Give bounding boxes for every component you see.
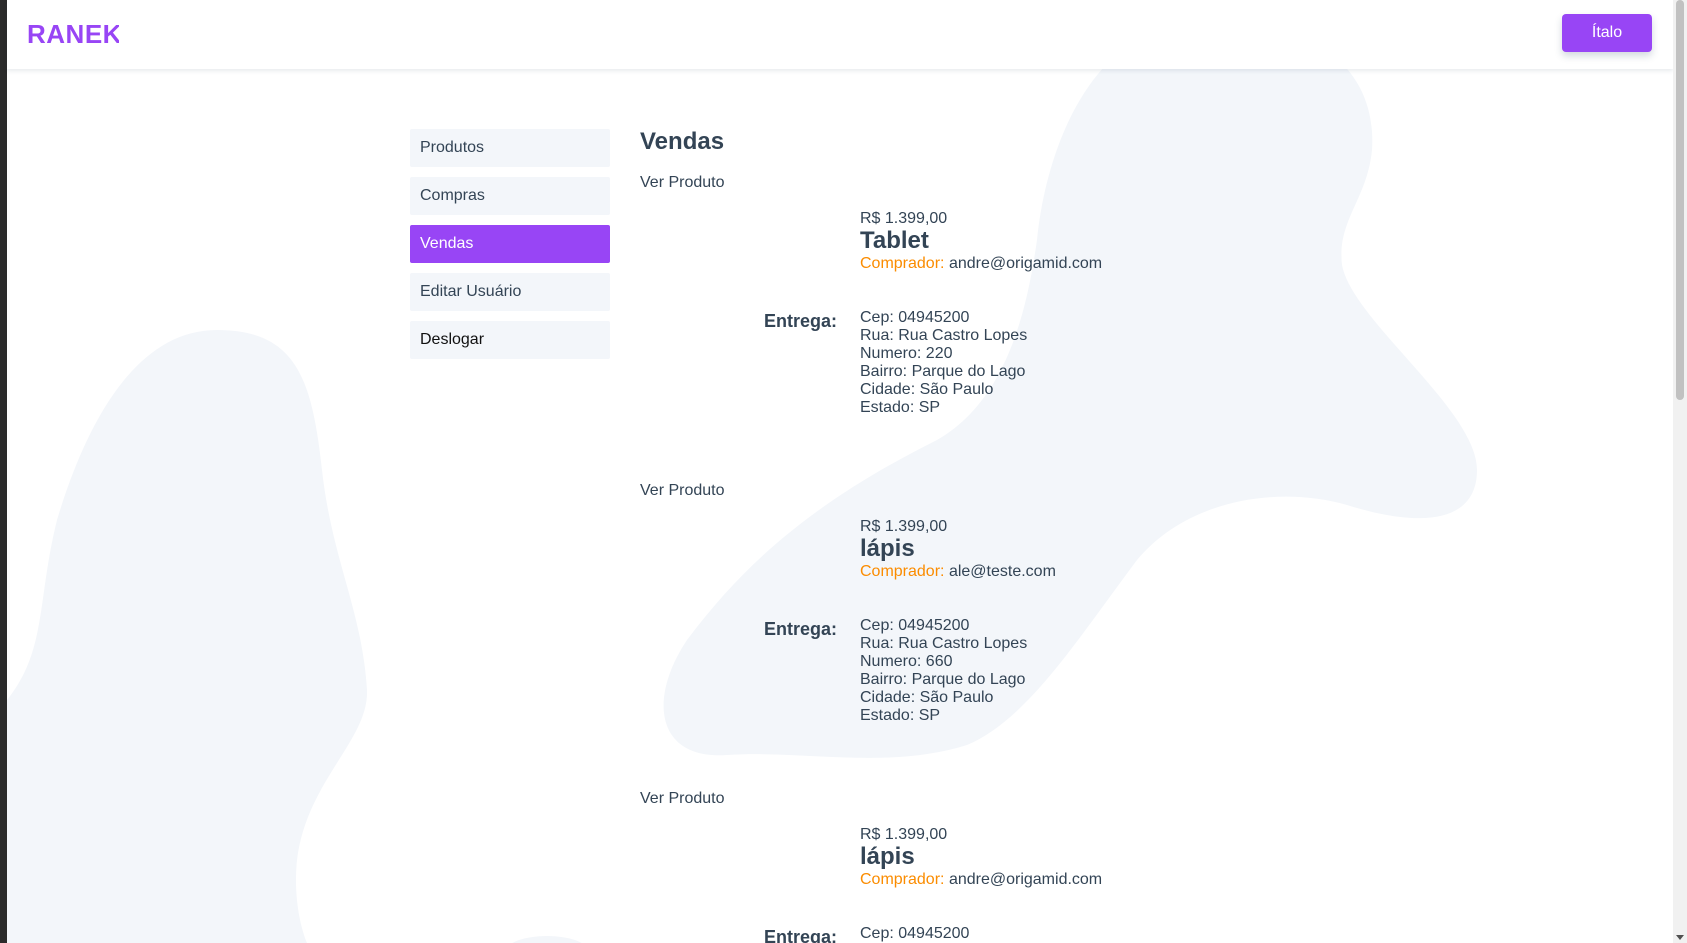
address-cidade: Cidade: São Paulo	[860, 689, 994, 706]
delivery-address: Cep: 04945200	[860, 925, 969, 943]
sale-price: R$ 1.399,00	[860, 210, 948, 227]
sidebar-item-compras[interactable]: Compras	[410, 177, 610, 215]
buyer-label: Comprador:	[860, 255, 945, 272]
account-sidebar: Produtos Compras Vendas Editar Usuário D…	[410, 129, 610, 369]
buyer-email: andre@origamid.com	[948, 871, 1103, 888]
address-bairro: Bairro: Parque do Lago	[860, 671, 1026, 688]
buyer-label: Comprador:	[860, 563, 945, 580]
sidebar-item-deslogar[interactable]: Deslogar	[410, 321, 610, 359]
account-page: Produtos Compras Vendas Editar Usuário D…	[0, 0, 1673, 943]
sidebar-item-produtos[interactable]: Produtos	[410, 129, 610, 167]
delivery-address: Cep: 04945200 Rua: Rua Castro Lopes Nume…	[860, 617, 1027, 725]
product-name: lápis	[860, 843, 915, 870]
ranek-logo[interactable]: RANEK	[27, 17, 119, 49]
address-numero: Numero: 220	[860, 345, 953, 362]
address-estado: Estado: SP	[860, 399, 941, 416]
buyer-label: Comprador:	[860, 871, 945, 888]
delivery-label: Entrega:	[764, 311, 838, 331]
buyer-email: ale@teste.com	[948, 563, 1056, 580]
scrollbar-thumb[interactable]	[1676, 0, 1684, 400]
sale-price: R$ 1.399,00	[860, 826, 948, 843]
top-header: RANEK Ítalo	[7, 0, 1673, 69]
buyer-info: Comprador: andre@origamid.com	[860, 255, 1102, 273]
buyer-info: Comprador: ale@teste.com	[860, 563, 1056, 581]
address-rua: Rua: Rua Castro Lopes	[860, 635, 1028, 652]
address-cep: Cep: 04945200	[860, 309, 970, 326]
view-product-link[interactable]: Ver Produto	[640, 174, 725, 192]
user-account-button[interactable]: Ítalo	[1562, 14, 1652, 52]
buyer-email: andre@origamid.com	[948, 255, 1103, 272]
address-rua: Rua: Rua Castro Lopes	[860, 327, 1028, 344]
sale-price: R$ 1.399,00	[860, 518, 948, 535]
page-title: Vendas	[640, 128, 725, 155]
svg-text:RANEK: RANEK	[27, 19, 119, 47]
buyer-info: Comprador: andre@origamid.com	[860, 871, 1102, 889]
sidebar-item-vendas[interactable]: Vendas	[410, 225, 610, 263]
address-cep: Cep: 04945200	[860, 617, 970, 634]
view-product-link[interactable]: Ver Produto	[640, 482, 725, 500]
address-cidade: Cidade: São Paulo	[860, 381, 994, 398]
delivery-address: Cep: 04945200 Rua: Rua Castro Lopes Nume…	[860, 309, 1027, 417]
ranek-logo-mark: RANEK	[27, 19, 119, 47]
product-name: Tablet	[860, 227, 929, 254]
product-name: lápis	[860, 535, 915, 562]
address-estado: Estado: SP	[860, 707, 941, 724]
delivery-label: Entrega:	[764, 927, 838, 943]
sidebar-item-editar-usuario[interactable]: Editar Usuário	[410, 273, 610, 311]
scroll-down-arrow-icon[interactable]	[1676, 935, 1684, 940]
page-scrollbar[interactable]	[1673, 0, 1687, 943]
address-numero: Numero: 660	[860, 653, 953, 670]
sales-main: Vendas Ver Produto R$ 1.399,00 Tablet Co…	[640, 128, 1340, 943]
delivery-label: Entrega:	[764, 619, 838, 639]
address-cep: Cep: 04945200	[860, 925, 970, 942]
view-product-link[interactable]: Ver Produto	[640, 790, 725, 808]
address-bairro: Bairro: Parque do Lago	[860, 363, 1026, 380]
